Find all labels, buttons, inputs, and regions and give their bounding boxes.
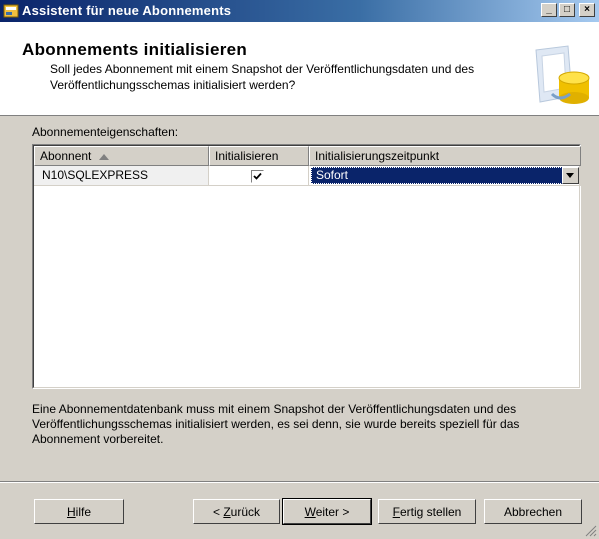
cancel-button[interactable]: Abbrechen [484, 499, 582, 524]
back-button[interactable]: < Zurück [193, 499, 280, 524]
checkmark-icon [253, 172, 262, 180]
properties-label: Abonnementeigenschaften: [32, 125, 179, 139]
divider [0, 481, 599, 483]
initialize-cell[interactable] [209, 166, 309, 186]
next-button[interactable]: Weiter > [282, 498, 372, 525]
finish-button[interactable]: Fertig stellen [378, 499, 476, 524]
dropdown-button[interactable] [562, 167, 579, 184]
database-icon [535, 45, 590, 104]
timing-dropdown-value: Sofort [316, 168, 349, 182]
app-icon [3, 4, 19, 18]
minimize-button[interactable]: _ [541, 3, 557, 17]
timing-dropdown[interactable]: Sofort [311, 167, 579, 184]
column-header-initialize[interactable]: Initialisieren [209, 146, 309, 166]
column-header-subscriber[interactable]: Abonnent [34, 146, 209, 166]
initialize-checkbox[interactable] [251, 170, 264, 183]
sort-ascending-icon [99, 153, 110, 160]
chevron-down-icon [566, 173, 574, 178]
resize-grip-icon[interactable] [585, 525, 597, 537]
subscriber-cell[interactable]: N10\SQLEXPRESS [34, 166, 209, 186]
wizard-window: Assistent für neue Abonnements _ □ × Abo… [0, 0, 599, 539]
page-subtitle: Soll jedes Abonnement mit einem Snapshot… [50, 62, 475, 92]
table-row[interactable]: N10\SQLEXPRESS Sofort [34, 166, 581, 186]
timing-cell[interactable]: Sofort [309, 166, 581, 186]
subscriber-grid[interactable]: Abonnent Initialisieren Initialisierungs… [32, 144, 581, 389]
help-button[interactable]: Hilfe [34, 499, 124, 524]
window-title: Assistent für neue Abonnements [22, 3, 232, 18]
column-header-timing[interactable]: Initialisierungszeitpunkt [309, 146, 581, 166]
wizard-header: Abonnements initialisieren Soll jedes Ab… [0, 22, 599, 116]
page-title: Abonnements initialisieren [22, 40, 248, 59]
maximize-button[interactable]: □ [559, 3, 575, 17]
title-bar[interactable]: Assistent für neue Abonnements _ □ × [0, 0, 599, 22]
info-text: Eine Abonnementdatenbank muss mit einem … [32, 402, 520, 446]
close-button[interactable]: × [579, 3, 595, 17]
